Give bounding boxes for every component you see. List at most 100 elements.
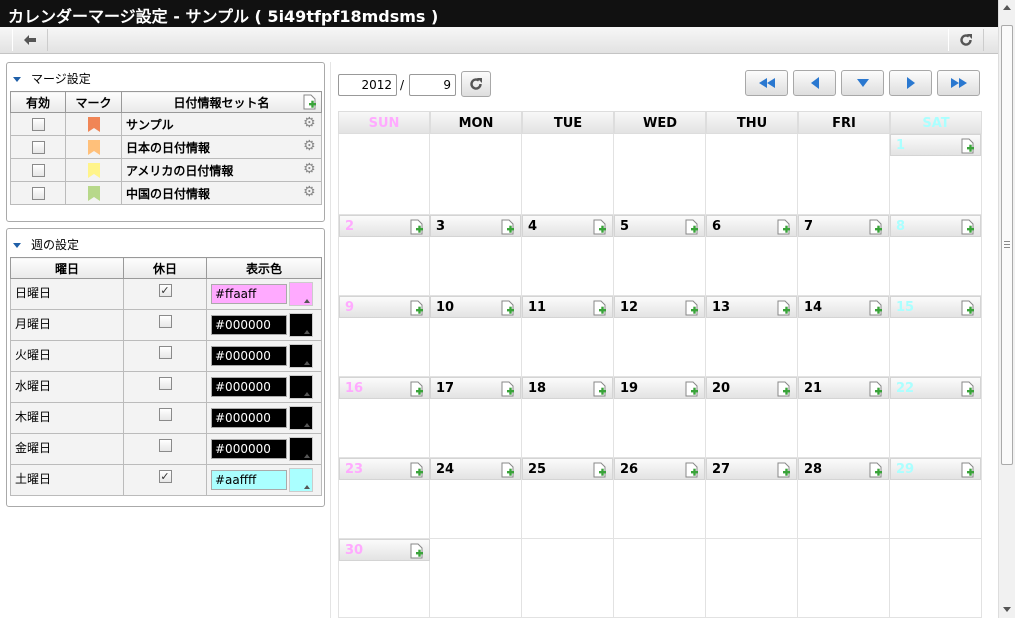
add-document-icon[interactable] [961,138,975,154]
year-input[interactable]: 2012 [338,74,397,96]
day-cell[interactable]: 21 [798,377,890,458]
color-picker-button[interactable] [289,375,313,399]
add-document-icon[interactable] [593,300,607,316]
color-field[interactable]: #aaffff [211,470,287,490]
day-cell[interactable]: 13 [706,296,798,377]
day-cell[interactable]: 29 [890,458,982,539]
gear-icon[interactable]: ⚙ [303,185,316,199]
enabled-checkbox[interactable] [31,187,45,200]
calendar-refresh-button[interactable] [461,71,491,97]
day-cell[interactable]: 25 [522,458,614,539]
next-month-button[interactable] [889,70,932,96]
enabled-checkbox[interactable] [31,118,45,131]
day-cell[interactable]: 6 [706,215,798,296]
add-document-icon[interactable] [593,219,607,235]
day-cell[interactable]: 17 [430,377,522,458]
add-document-icon[interactable] [410,300,424,316]
day-cell[interactable]: 1 [890,134,982,215]
day-cell[interactable]: 7 [798,215,890,296]
holiday-checkbox[interactable] [158,346,172,359]
add-document-icon[interactable] [961,381,975,397]
day-cell[interactable]: 28 [798,458,890,539]
color-field[interactable]: #ffaaff [211,284,287,304]
color-picker-button[interactable] [289,468,313,492]
merge-settings-header[interactable]: マージ設定 [7,63,324,87]
day-cell[interactable]: 5 [614,215,706,296]
color-picker-button[interactable] [289,437,313,461]
add-document-icon[interactable] [501,219,515,235]
add-document-icon[interactable] [410,381,424,397]
prev-month-button[interactable] [793,70,836,96]
scroll-down-icon[interactable] [1003,607,1011,612]
color-field[interactable]: #000000 [211,408,287,428]
holiday-checkbox[interactable]: ✓ [158,470,172,483]
page-scrollbar[interactable] [998,0,1015,618]
add-document-icon[interactable] [410,543,424,559]
day-cell[interactable]: 16 [338,377,430,458]
holiday-checkbox[interactable]: ✓ [158,284,172,297]
merge-row[interactable]: サンプル ⚙ [10,112,322,136]
add-document-icon[interactable] [685,219,699,235]
day-cell[interactable]: 20 [706,377,798,458]
color-field[interactable]: #000000 [211,377,287,397]
add-document-icon[interactable] [869,381,883,397]
toolbar-refresh-button[interactable] [948,29,984,51]
day-cell[interactable]: 12 [614,296,706,377]
add-document-icon[interactable] [501,300,515,316]
day-cell[interactable]: 18 [522,377,614,458]
day-cell[interactable]: 24 [430,458,522,539]
day-cell[interactable]: 22 [890,377,982,458]
day-cell[interactable]: 2 [338,215,430,296]
prev-year-button[interactable] [745,70,788,96]
color-field[interactable]: #000000 [211,439,287,459]
color-field[interactable]: #000000 [211,346,287,366]
add-document-icon[interactable] [685,381,699,397]
color-picker-button[interactable] [289,406,313,430]
gear-icon[interactable]: ⚙ [303,139,316,153]
holiday-checkbox[interactable] [158,377,172,390]
merge-row[interactable]: 中国の日付情報 ⚙ [10,181,322,205]
add-document-icon[interactable] [869,300,883,316]
add-document-icon[interactable] [685,300,699,316]
color-picker-button[interactable] [289,313,313,337]
add-document-icon[interactable] [777,462,791,478]
scroll-up-icon[interactable] [1003,5,1011,10]
holiday-checkbox[interactable] [158,439,172,452]
add-document-icon[interactable] [961,219,975,235]
enabled-checkbox[interactable] [31,141,45,154]
add-document-icon[interactable] [869,462,883,478]
day-cell[interactable]: 26 [614,458,706,539]
add-document-icon[interactable] [777,381,791,397]
add-document-icon[interactable] [593,381,607,397]
day-cell[interactable]: 14 [798,296,890,377]
merge-row[interactable]: アメリカの日付情報 ⚙ [10,158,322,182]
back-button[interactable] [12,29,48,51]
color-picker-button[interactable] [289,344,313,368]
scroll-thumb[interactable] [1001,25,1013,465]
month-input[interactable]: 9 [409,74,456,96]
color-picker-button[interactable] [289,282,313,306]
current-month-button[interactable] [841,70,884,96]
holiday-checkbox[interactable] [158,408,172,421]
day-cell[interactable]: 23 [338,458,430,539]
week-settings-header[interactable]: 週の設定 [7,229,324,253]
day-cell[interactable]: 19 [614,377,706,458]
holiday-checkbox[interactable] [158,315,172,328]
add-document-icon[interactable] [593,462,607,478]
day-cell[interactable]: 3 [430,215,522,296]
day-cell[interactable]: 15 [890,296,982,377]
add-document-icon[interactable] [777,300,791,316]
day-cell[interactable]: 11 [522,296,614,377]
day-cell[interactable]: 4 [522,215,614,296]
color-field[interactable]: #000000 [211,315,287,335]
add-document-icon[interactable] [303,94,317,110]
day-cell[interactable]: 30 [338,539,430,618]
add-document-icon[interactable] [501,462,515,478]
collapse-triangle-icon[interactable] [13,242,21,248]
add-document-icon[interactable] [777,219,791,235]
next-year-button[interactable] [937,70,980,96]
enabled-checkbox[interactable] [31,164,45,177]
add-document-icon[interactable] [410,462,424,478]
collapse-triangle-icon[interactable] [13,76,21,82]
add-document-icon[interactable] [869,219,883,235]
